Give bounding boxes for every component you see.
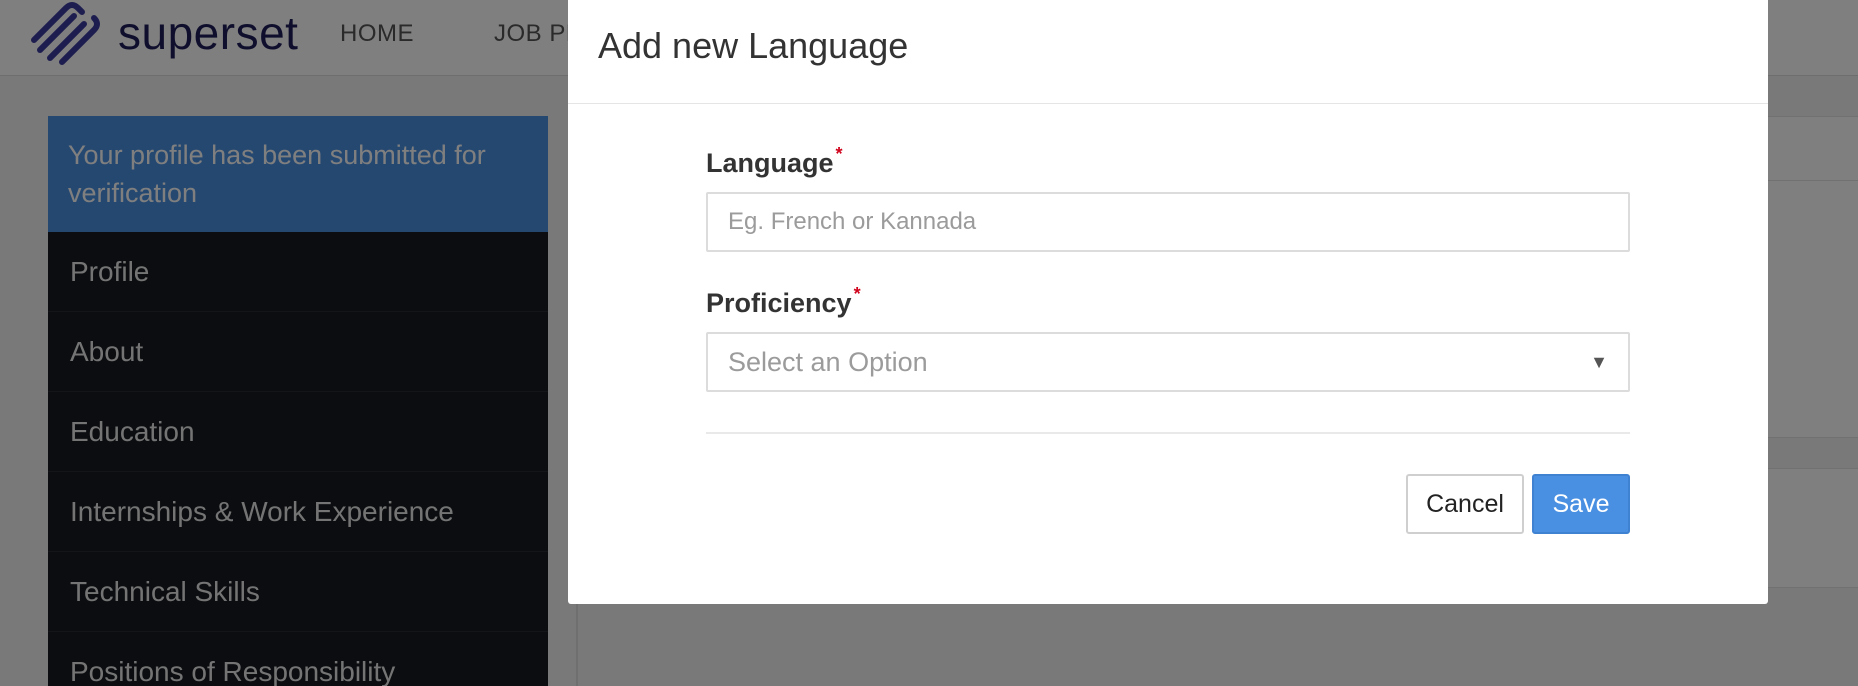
proficiency-label: Proficiency * (706, 284, 861, 319)
modal-divider (706, 432, 1630, 434)
required-marker: * (853, 284, 861, 304)
required-marker: * (835, 144, 843, 164)
chevron-down-icon: ▼ (1590, 351, 1608, 372)
proficiency-selected-value: Select an Option (728, 346, 928, 377)
language-input[interactable] (706, 192, 1630, 252)
cancel-button[interactable]: Cancel (1406, 474, 1524, 534)
language-label: Language * (706, 144, 843, 179)
proficiency-label-text: Proficiency (706, 288, 852, 318)
add-language-modal: Add new Language Language * Proficiency … (568, 0, 1768, 604)
modal-title: Add new Language (598, 24, 909, 66)
save-button[interactable]: Save (1532, 474, 1630, 534)
proficiency-select[interactable]: Select an Option ▼ (706, 332, 1630, 392)
language-label-text: Language (706, 148, 834, 178)
modal-header: Add new Language (568, 0, 1768, 104)
page: superset HOME JOB PROFILES Your profile … (0, 0, 1858, 686)
